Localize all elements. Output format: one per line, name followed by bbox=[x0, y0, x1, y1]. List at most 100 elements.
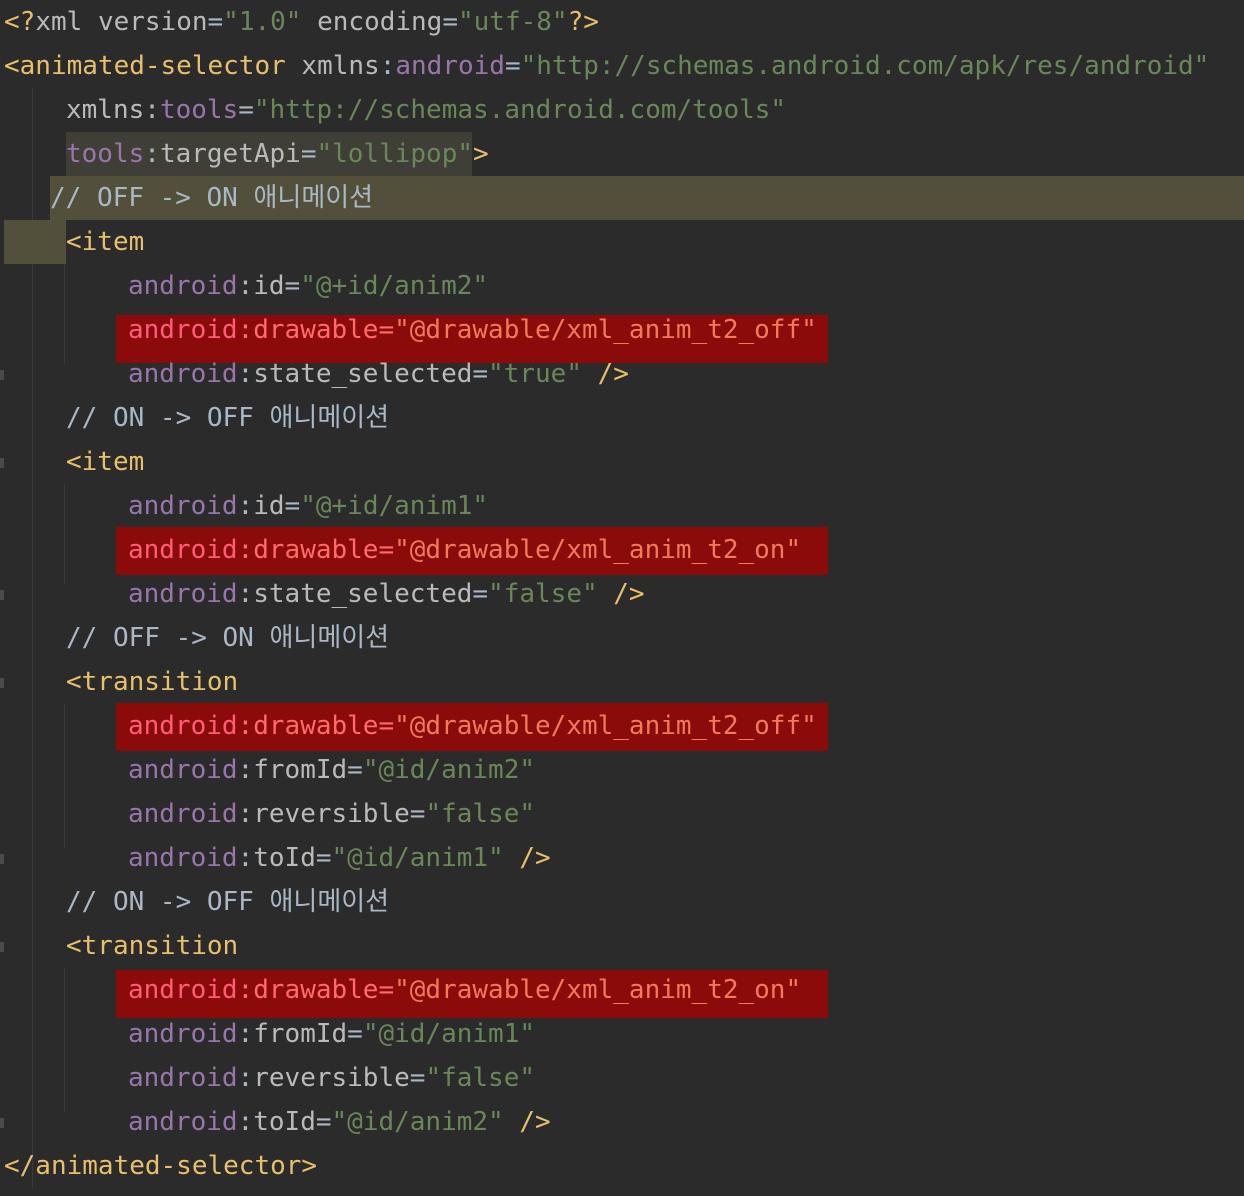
code-token: : bbox=[237, 799, 254, 829]
code-token: : bbox=[237, 491, 254, 521]
code-line[interactable]: tools:targetApi="lollipop"> bbox=[0, 132, 1244, 176]
code-token: = bbox=[409, 1063, 426, 1093]
code-token: android bbox=[128, 1019, 238, 1049]
code-token: "@+id/anim2" bbox=[300, 271, 489, 301]
code-token: "@drawable/xml_anim_t2_on" bbox=[394, 535, 802, 565]
code-line[interactable]: // ON -> OFF 애니메이션 bbox=[0, 880, 1244, 924]
code-line[interactable]: <transition bbox=[0, 660, 1244, 704]
code-token: /> bbox=[519, 1107, 551, 1137]
code-token: // OFF -> ON 애니메이션 bbox=[66, 623, 390, 653]
code-token: android bbox=[128, 1063, 238, 1093]
code-token: = bbox=[378, 535, 395, 565]
code-line[interactable]: android:id="@+id/anim2" bbox=[0, 264, 1244, 308]
code-editor[interactable]: <?xml version="1.0" encoding="utf-8"?> <a… bbox=[0, 0, 1244, 1196]
code-token: state_selected bbox=[253, 579, 473, 609]
code-token: ?> bbox=[567, 7, 599, 37]
code-line[interactable]: <animated-selector xmlns:android="http:/… bbox=[0, 44, 1244, 88]
code-token: <transition bbox=[66, 931, 239, 961]
code-line[interactable]: android:toId="@id/anim1" /> bbox=[0, 836, 1244, 880]
code-line-text: </animated-selector> bbox=[4, 1144, 317, 1188]
code-token: "@drawable/xml_anim_t2_on" bbox=[394, 975, 802, 1005]
code-token: <item bbox=[66, 447, 145, 477]
code-line[interactable]: android:drawable="@drawable/xml_anim_t2_… bbox=[0, 968, 1244, 1012]
code-line[interactable]: android:drawable="@drawable/xml_anim_t2_… bbox=[0, 704, 1244, 748]
code-token: = bbox=[238, 95, 254, 125]
code-token: = bbox=[207, 7, 224, 37]
code-line[interactable]: android:toId="@id/anim2" /> bbox=[0, 1100, 1244, 1144]
code-line[interactable]: android:id="@+id/anim1" bbox=[0, 484, 1244, 528]
code-token: // ON -> OFF 애니메이션 bbox=[66, 403, 390, 433]
code-token: : bbox=[237, 359, 254, 389]
code-token: reversible bbox=[253, 799, 410, 829]
code-token: android bbox=[395, 51, 505, 81]
code-line-text: // ON -> OFF 애니메이션 bbox=[66, 880, 389, 924]
code-line[interactable]: android:reversible="false" bbox=[0, 792, 1244, 836]
code-token: = bbox=[504, 51, 521, 81]
code-token: android bbox=[128, 271, 238, 301]
code-token: "http://schemas.android.com/apk/res/andr… bbox=[520, 51, 1210, 81]
code-token: "@id/anim1" bbox=[362, 1019, 535, 1049]
code-token: <item bbox=[66, 227, 145, 257]
code-line[interactable]: // OFF -> ON 애니메이션 bbox=[0, 616, 1244, 660]
code-line[interactable]: <?xml version="1.0" encoding="utf-8"?> bbox=[0, 0, 1244, 44]
code-token: reversible bbox=[253, 1063, 410, 1093]
code-line[interactable]: xmlns:tools="http://schemas.android.com/… bbox=[0, 88, 1244, 132]
code-token: "@id/anim1" bbox=[331, 843, 504, 873]
code-token: = bbox=[315, 1107, 332, 1137]
code-token: toId bbox=[253, 1107, 316, 1137]
code-line-text: android:reversible="false" bbox=[128, 1056, 535, 1100]
code-line[interactable]: </animated-selector> bbox=[0, 1144, 1244, 1188]
code-token: = bbox=[347, 755, 363, 785]
code-token: "1.0" bbox=[223, 7, 302, 37]
code-line-text: <?xml version="1.0" encoding="utf-8"?> bbox=[4, 0, 599, 44]
code-token: = bbox=[284, 491, 301, 521]
code-token: : bbox=[237, 711, 254, 741]
code-token: "false" bbox=[425, 1063, 536, 1093]
code-token: drawable bbox=[253, 315, 379, 345]
code-token: android bbox=[128, 491, 238, 521]
code-line[interactable]: android:reversible="false" bbox=[0, 1056, 1244, 1100]
code-token: "false" bbox=[425, 799, 536, 829]
code-line[interactable]: <item bbox=[0, 220, 1244, 264]
code-token: tools bbox=[159, 95, 239, 125]
code-line[interactable]: android:drawable="@drawable/xml_anim_t2_… bbox=[0, 528, 1244, 572]
code-token: = bbox=[378, 315, 395, 345]
code-token: drawable bbox=[253, 535, 379, 565]
code-line[interactable]: android:fromId="@id/anim2" bbox=[0, 748, 1244, 792]
code-line[interactable]: <transition bbox=[0, 924, 1244, 968]
code-line-text: android:drawable="@drawable/xml_anim_t2_… bbox=[128, 704, 817, 748]
code-token: = bbox=[284, 271, 301, 301]
code-token: : bbox=[144, 95, 160, 125]
code-token: android bbox=[128, 579, 238, 609]
code-line[interactable]: // ON -> OFF 애니메이션 bbox=[0, 396, 1244, 440]
code-token: android bbox=[128, 1107, 238, 1137]
code-token: targetApi bbox=[159, 139, 301, 169]
code-token: fromId bbox=[253, 755, 348, 785]
code-token: : bbox=[237, 1019, 254, 1049]
code-line[interactable]: android:drawable="@drawable/xml_anim_t2_… bbox=[0, 308, 1244, 352]
code-token: = bbox=[315, 843, 332, 873]
code-token: "utf-8" bbox=[458, 7, 568, 37]
code-line[interactable]: // OFF -> ON 애니메이션 bbox=[0, 176, 1244, 220]
code-token: = bbox=[378, 975, 395, 1005]
code-line[interactable]: android:state_selected="true" /> bbox=[0, 352, 1244, 396]
code-token: tools bbox=[66, 139, 145, 169]
code-token: = bbox=[409, 799, 426, 829]
code-token: xmlns bbox=[66, 95, 145, 125]
code-token: android bbox=[128, 755, 238, 785]
code-token: "false" bbox=[488, 579, 598, 609]
code-token: "http://schemas.android.com/tools" bbox=[253, 95, 787, 125]
code-token: android bbox=[128, 359, 238, 389]
code-token: = bbox=[300, 139, 317, 169]
code-line-text: // ON -> OFF 애니메이션 bbox=[66, 396, 389, 440]
code-line-text: android:reversible="false" bbox=[128, 792, 535, 836]
code-line[interactable]: <item bbox=[0, 440, 1244, 484]
code-line-text: tools:targetApi="lollipop"> bbox=[66, 132, 489, 176]
code-line[interactable]: android:state_selected="false" /> bbox=[0, 572, 1244, 616]
code-token: version bbox=[97, 7, 208, 37]
code-line[interactable]: android:fromId="@id/anim1" bbox=[0, 1012, 1244, 1056]
code-token: : bbox=[237, 315, 254, 345]
code-line-text: android:state_selected="true" /> bbox=[128, 352, 629, 396]
